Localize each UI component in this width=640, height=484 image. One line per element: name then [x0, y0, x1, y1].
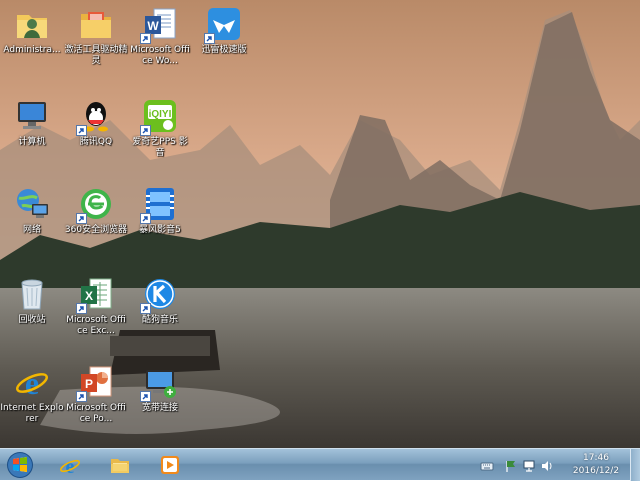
- icon-label: 计算机: [18, 137, 46, 147]
- icon-label: 宽带连接: [141, 403, 178, 413]
- icon-label: 网络: [22, 225, 41, 235]
- taskbar-ie[interactable]: e: [50, 451, 90, 478]
- desktop-icon-internet-explorer[interactable]: e Internet Explorer: [0, 360, 64, 444]
- icon-label: Microsoft Office Exc...: [66, 315, 126, 336]
- xunlei-icon: [204, 6, 242, 44]
- clock-time: 17:46: [583, 453, 609, 463]
- icon-label: 回收站: [18, 315, 46, 325]
- user-folder-icon: [14, 6, 50, 42]
- icon-label: 360安全浏览器: [64, 225, 128, 235]
- icon-label: 酷狗音乐: [141, 315, 178, 325]
- show-desktop-button[interactable]: [630, 449, 640, 481]
- start-orb-icon: [7, 452, 33, 478]
- explorer-folder-icon: [111, 459, 129, 473]
- icon-label: 激活工具驱动精灵: [64, 45, 128, 66]
- desktop-icon-iqiyi[interactable]: iQIYI 爱奇艺PPS 影音: [128, 94, 192, 178]
- desktop-icon-recycle-bin[interactable]: 回收站: [0, 272, 64, 356]
- network-icon: [14, 186, 50, 222]
- keyboard-icon[interactable]: [480, 458, 494, 472]
- shortcut-arrow-icon: [140, 303, 151, 314]
- folder-icon: [78, 6, 114, 42]
- word-icon: W: [140, 6, 178, 44]
- qq-icon: [76, 98, 114, 136]
- iqiyi-icon: iQIYI: [140, 98, 178, 136]
- svg-text:P: P: [85, 377, 93, 391]
- icon-label: 暴风影音5: [139, 225, 181, 235]
- shortcut-arrow-icon: [140, 33, 151, 44]
- shortcut-arrow-icon: [140, 125, 151, 136]
- recycle-bin-icon: [14, 276, 50, 312]
- shortcut-arrow-icon: [76, 303, 87, 314]
- shortcut-arrow-icon: [140, 213, 151, 224]
- desktop-icon-kugou[interactable]: 酷狗音乐: [128, 272, 192, 356]
- svg-text:W: W: [147, 19, 159, 33]
- volume-icon[interactable]: [540, 458, 554, 472]
- taskbar: e 17:46 2016/12/2: [0, 448, 640, 481]
- powerpoint-icon: P: [76, 364, 114, 402]
- desktop-icon-network[interactable]: 网络: [0, 182, 64, 266]
- start-button[interactable]: [2, 450, 38, 480]
- action-center-flag-icon[interactable]: [504, 458, 518, 472]
- desktop-icon-powerpoint[interactable]: P Microsoft Office Po...: [64, 360, 128, 444]
- taskbar-explorer[interactable]: [100, 451, 140, 478]
- desktop-icon-baofeng[interactable]: 暴风影音5: [128, 182, 192, 266]
- icon-label: Microsoft Office Po...: [66, 403, 126, 424]
- desktop-icon-activation-tools[interactable]: 激活工具驱动精灵: [64, 2, 128, 86]
- shortcut-arrow-icon: [76, 391, 87, 402]
- baofeng-icon: [140, 186, 178, 224]
- ie-icon: e: [60, 456, 80, 476]
- computer-icon: [14, 98, 50, 134]
- taskbar-media-player[interactable]: [150, 451, 190, 478]
- icon-label: Internet Explorer: [0, 403, 64, 424]
- svg-text:X: X: [85, 289, 93, 303]
- desktop-icon-360-browser[interactable]: 360安全浏览器: [64, 182, 128, 266]
- clock[interactable]: 17:46 2016/12/2: [570, 452, 622, 478]
- svg-text:e: e: [66, 456, 75, 476]
- network-tray-icon[interactable]: [522, 458, 536, 472]
- shortcut-arrow-icon: [76, 125, 87, 136]
- desktop-icon-excel[interactable]: X Microsoft Office Exc...: [64, 272, 128, 356]
- clock-date: 2016/12/2: [572, 466, 620, 476]
- excel-icon: X: [76, 276, 114, 314]
- broadband-icon: [140, 364, 178, 402]
- icon-label: Microsoft Office Wo...: [130, 45, 190, 66]
- ie-icon: e: [14, 364, 50, 400]
- svg-text:e: e: [25, 365, 39, 400]
- shortcut-arrow-icon: [204, 33, 215, 44]
- desktop-icon-administrator[interactable]: Administra...: [0, 2, 64, 86]
- media-player-icon: [161, 456, 179, 474]
- desktop-icon-qq[interactable]: 腾讯QQ: [64, 94, 128, 178]
- desktop-icon-computer[interactable]: 计算机: [0, 94, 64, 178]
- desktop-icon-xunlei[interactable]: 迅雷极速版: [192, 2, 256, 86]
- icon-label: Administra...: [3, 45, 61, 55]
- shortcut-arrow-icon: [140, 391, 151, 402]
- icon-label: 爱奇艺PPS 影音: [132, 137, 188, 158]
- icon-label: 迅雷极速版: [201, 45, 247, 55]
- icon-label: 腾讯QQ: [79, 137, 113, 147]
- browser-360-icon: [76, 186, 114, 224]
- kugou-icon: [140, 276, 178, 314]
- desktop-icon-word[interactable]: W Microsoft Office Wo...: [128, 2, 192, 86]
- desktop-icon-broadband[interactable]: 宽带连接: [128, 360, 192, 444]
- svg-text:iQIYI: iQIYI: [149, 109, 172, 120]
- shortcut-arrow-icon: [76, 213, 87, 224]
